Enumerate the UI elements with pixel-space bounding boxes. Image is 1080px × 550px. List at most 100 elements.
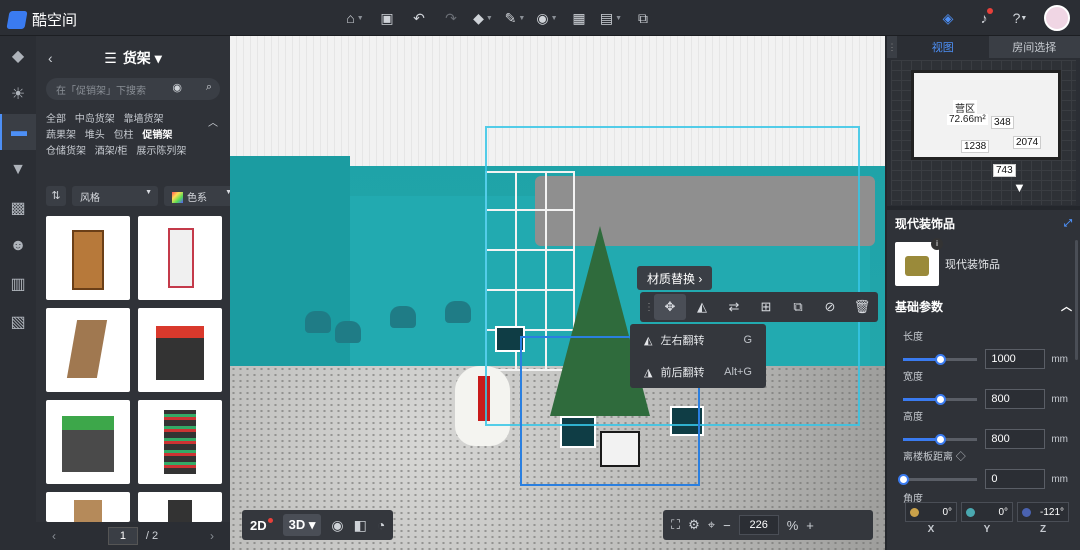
person-icon[interactable]: ☻ bbox=[0, 228, 36, 264]
category-item[interactable]: 全部 bbox=[46, 112, 66, 128]
zoom-input[interactable]: 226 bbox=[738, 515, 779, 535]
next-page-icon[interactable]: › bbox=[210, 529, 214, 543]
hide-icon[interactable]: ⊘ bbox=[814, 294, 846, 320]
eye-icon[interactable]: ◉ bbox=[331, 517, 343, 534]
product-card[interactable] bbox=[138, 216, 222, 300]
product-card[interactable] bbox=[46, 400, 130, 484]
angle-y-input[interactable]: 0° bbox=[961, 502, 1013, 522]
move-icon[interactable]: ✥ bbox=[654, 294, 686, 320]
section-header[interactable]: 基础参数 ︿ bbox=[895, 298, 1072, 315]
floor-distance-input[interactable] bbox=[985, 469, 1046, 489]
flip-horizontal-item[interactable]: ◭ 左右翻转 G bbox=[630, 324, 766, 356]
gallery-icon[interactable]: ▥ bbox=[0, 266, 36, 302]
category-item-selected[interactable]: 促销架 bbox=[142, 128, 172, 144]
color-filter[interactable]: 色系 ▼ bbox=[164, 186, 238, 206]
settings-view-icon[interactable]: ⚙ bbox=[688, 517, 700, 533]
back-icon[interactable]: ‹ bbox=[48, 50, 53, 66]
home-icon[interactable]: ⌂ ▼ bbox=[340, 6, 370, 30]
product-card[interactable] bbox=[138, 308, 222, 392]
flip-icon[interactable]: ◭ bbox=[686, 294, 718, 320]
width-input[interactable] bbox=[985, 389, 1046, 409]
save-icon[interactable]: ▣ bbox=[372, 6, 402, 30]
search-icon[interactable]: ⌕ bbox=[206, 81, 212, 94]
product-card[interactable] bbox=[138, 492, 222, 522]
library-title[interactable]: ☰ 货架 ▾ bbox=[104, 48, 161, 68]
v-icon[interactable]: ▼ bbox=[0, 152, 36, 188]
category-item[interactable]: 酒架/柜 bbox=[95, 144, 128, 160]
category-item[interactable]: 靠墙货架 bbox=[124, 112, 164, 128]
delete-icon[interactable]: 🗑 bbox=[846, 294, 878, 320]
height-slider[interactable] bbox=[903, 433, 978, 445]
light-icon[interactable]: ☀ bbox=[0, 76, 36, 112]
swap-icon[interactable]: ⇄ bbox=[718, 294, 750, 320]
redo-icon[interactable]: ↷ bbox=[436, 6, 466, 30]
tab-view[interactable]: 视图 bbox=[897, 36, 989, 58]
sort-icon[interactable]: ⇅ bbox=[46, 186, 66, 206]
view-2d-button[interactable]: 2D bbox=[250, 517, 273, 533]
prev-page-icon[interactable]: ‹ bbox=[52, 529, 56, 543]
3d-viewport[interactable]: 材质替换 › ⋮ ✥ ◭ ⇄ ⊞ ⧉ ⊘ 🗑 ◭ 左右翻转 G ◮ 前后翻转 Alt+G bbox=[230, 36, 885, 550]
add-copy-icon[interactable]: ⊞ bbox=[750, 294, 782, 320]
length-input[interactable] bbox=[985, 349, 1046, 369]
zoom-out-icon[interactable]: − bbox=[723, 518, 731, 533]
expand-icon[interactable]: ⤢ bbox=[1064, 218, 1072, 229]
avatar[interactable] bbox=[1044, 5, 1070, 31]
fit-view-icon[interactable]: ⛶ bbox=[671, 517, 680, 533]
collapse-chevron-icon[interactable]: ︿ bbox=[208, 114, 218, 129]
product-card[interactable] bbox=[46, 216, 130, 300]
product-card[interactable] bbox=[138, 400, 222, 484]
tab-room-select[interactable]: 房间选择 bbox=[988, 36, 1080, 58]
floor-distance-slider[interactable] bbox=[898, 473, 978, 485]
view-3d-button[interactable]: 3D ▾ bbox=[282, 514, 322, 536]
height-input[interactable] bbox=[985, 429, 1046, 449]
furniture-icon[interactable]: ▬ bbox=[0, 114, 36, 150]
undo-icon[interactable]: ↶ bbox=[404, 6, 434, 30]
search-input[interactable]: 在「促销架」下搜索 ◉ ⌕ bbox=[46, 78, 220, 100]
zoom-in-icon[interactable]: + bbox=[806, 518, 814, 533]
category-item[interactable]: 中岛货架 bbox=[75, 112, 115, 128]
chevron-icon[interactable]: ◇ bbox=[956, 452, 966, 463]
material-replace-button[interactable]: 材质替换 › bbox=[637, 266, 713, 290]
camera-marker-icon[interactable]: ▼ bbox=[1013, 180, 1026, 195]
color-filter-label: 色系 bbox=[187, 193, 207, 204]
category-item[interactable]: 包柱 bbox=[114, 128, 134, 144]
category-item[interactable]: 展示陈列架 bbox=[136, 144, 186, 160]
page-input[interactable] bbox=[107, 527, 138, 545]
plugin-icon[interactable]: ◈ bbox=[936, 6, 960, 30]
camera-search-icon[interactable]: ◉ bbox=[172, 81, 182, 94]
category-item[interactable]: 堆头 bbox=[85, 128, 105, 144]
flip-vertical-item[interactable]: ◮ 前后翻转 Alt+G bbox=[630, 356, 766, 388]
width-slider[interactable] bbox=[903, 393, 978, 405]
file-icon[interactable]: ▤ ▼ bbox=[596, 6, 626, 30]
scrollbar[interactable] bbox=[1075, 240, 1078, 360]
panel-icon[interactable]: ▧ bbox=[0, 304, 36, 340]
focus-icon[interactable]: ⌖ bbox=[708, 517, 715, 533]
info-icon[interactable]: i bbox=[931, 238, 943, 250]
angle-x-input[interactable]: 0° bbox=[905, 502, 957, 522]
bell-icon[interactable]: ♪ bbox=[972, 6, 996, 30]
eraser-icon[interactable]: ◆ ▼ bbox=[468, 6, 498, 30]
grip-icon[interactable]: ⋮ bbox=[644, 294, 654, 320]
product-card[interactable] bbox=[46, 308, 130, 392]
wrench-icon[interactable]: ✎ ▼ bbox=[500, 6, 530, 30]
style-filter[interactable]: 风格 ▼ bbox=[72, 186, 158, 206]
category-item[interactable]: 蔬果架 bbox=[46, 128, 76, 144]
length-slider[interactable] bbox=[903, 353, 978, 365]
replace-icon[interactable]: ⧉ bbox=[782, 294, 814, 320]
model-icon[interactable]: ◆ bbox=[0, 38, 36, 74]
length-label: 长度 bbox=[903, 332, 923, 343]
layout-icon[interactable]: ▩ bbox=[0, 190, 36, 226]
floor-plan[interactable]: 营区 72.66m² 348 1238 2074 743 ▼ bbox=[891, 60, 1076, 205]
gauge-icon[interactable]: ◔ bbox=[377, 517, 385, 533]
help-icon[interactable]: ? ▼ bbox=[1008, 6, 1032, 30]
width-field: 宽度 mm bbox=[903, 368, 1068, 409]
chevron-right-icon: › bbox=[698, 272, 703, 286]
image-icon[interactable]: ▦ bbox=[564, 6, 594, 30]
export-icon[interactable]: ⧉ bbox=[628, 6, 658, 30]
category-item[interactable]: 仓储货架 bbox=[46, 144, 86, 160]
angle-z-input[interactable]: -121° bbox=[1017, 502, 1069, 522]
cube-icon[interactable]: ◧ bbox=[354, 517, 367, 534]
camera-icon[interactable]: ◉ ▼ bbox=[532, 6, 562, 30]
product-card[interactable] bbox=[46, 492, 130, 522]
grip-icon[interactable]: ⋮ bbox=[887, 36, 897, 58]
